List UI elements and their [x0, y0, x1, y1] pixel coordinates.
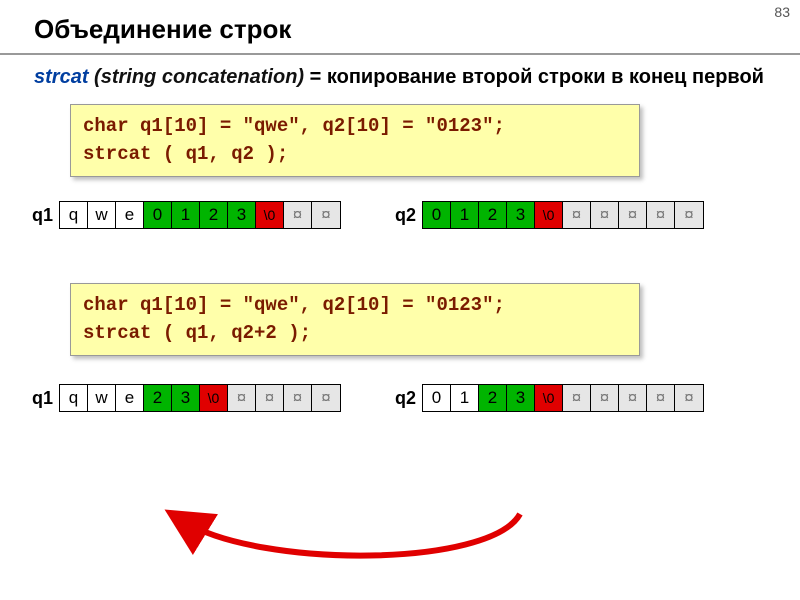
- slide-number: 83: [774, 4, 790, 20]
- array-cell: ¤: [619, 385, 647, 411]
- label-q1: q1: [32, 205, 53, 226]
- array-cell: 1: [172, 202, 200, 228]
- arrays-row-1: q1 qwe0123\0¤¤ q2 0123\0¤¤¤¤¤: [0, 201, 800, 229]
- array-cell: ¤: [256, 385, 284, 411]
- label-q1-2: q1: [32, 388, 53, 409]
- array-cell: e: [116, 385, 144, 411]
- array-cell: \0: [535, 385, 563, 411]
- array-cell: ¤: [563, 202, 591, 228]
- cells-q1-row1: qwe0123\0¤¤: [59, 201, 341, 229]
- cells-q2-row1: 0123\0¤¤¤¤¤: [422, 201, 704, 229]
- array-cell: ¤: [591, 202, 619, 228]
- intro-text: strcat (string concatenation) = копирова…: [0, 65, 800, 96]
- array-cell: ¤: [647, 202, 675, 228]
- cells-q2-row2: 0123\0¤¤¤¤¤: [422, 384, 704, 412]
- array-cell: 3: [507, 385, 535, 411]
- array-cell: ¤: [675, 385, 703, 411]
- array-cell: q: [60, 385, 88, 411]
- array-cell: q: [60, 202, 88, 228]
- array-cell: ¤: [563, 385, 591, 411]
- array-cell: w: [88, 202, 116, 228]
- array-cell: \0: [535, 202, 563, 228]
- array-cell: ¤: [647, 385, 675, 411]
- func-name: strcat: [34, 66, 88, 88]
- code-block-1: char q1[10] = "qwe", q2[10] = "0123"; st…: [70, 104, 640, 177]
- array-cell: 3: [228, 202, 256, 228]
- array-cell: w: [88, 385, 116, 411]
- array-cell: ¤: [675, 202, 703, 228]
- array-cell: 0: [144, 202, 172, 228]
- array-cell: \0: [200, 385, 228, 411]
- array-cell: ¤: [619, 202, 647, 228]
- array-cell: 1: [451, 385, 479, 411]
- func-expansion: string concatenation: [101, 66, 298, 88]
- array-cell: \0: [256, 202, 284, 228]
- cells-q1-row2: qwe23\0¤¤¤¤: [59, 384, 341, 412]
- array-cell: 0: [423, 385, 451, 411]
- array-cell: 3: [507, 202, 535, 228]
- code2-line1: char q1[10] = "qwe", q2[10] = "0123";: [83, 292, 627, 320]
- array-cell: 0: [423, 202, 451, 228]
- code2-line2: strcat ( q1, q2+2 );: [83, 320, 627, 348]
- label-q2: q2: [395, 205, 416, 226]
- arrow-2: [0, 508, 800, 588]
- array-cell: ¤: [312, 202, 340, 228]
- code-block-2: char q1[10] = "qwe", q2[10] = "0123"; st…: [70, 283, 640, 356]
- array-cell: ¤: [312, 385, 340, 411]
- array-cell: 2: [144, 385, 172, 411]
- array-cell: 2: [200, 202, 228, 228]
- array-cell: 2: [479, 202, 507, 228]
- code1-line1: char q1[10] = "qwe", q2[10] = "0123";: [83, 113, 627, 141]
- array-cell: 1: [451, 202, 479, 228]
- intro-rest: = копирование второй строки в конец перв…: [304, 66, 764, 88]
- array-cell: ¤: [284, 202, 312, 228]
- array-cell: 3: [172, 385, 200, 411]
- array-cell: ¤: [284, 385, 312, 411]
- array-cell: e: [116, 202, 144, 228]
- array-cell: ¤: [228, 385, 256, 411]
- page-title: Объединение строк: [0, 0, 800, 55]
- paren-open-char: (: [94, 66, 101, 88]
- array-cell: 2: [479, 385, 507, 411]
- arrays-row-2: q1 qwe23\0¤¤¤¤ q2 0123\0¤¤¤¤¤: [0, 384, 800, 412]
- label-q2-2: q2: [395, 388, 416, 409]
- array-cell: ¤: [591, 385, 619, 411]
- code1-line2: strcat ( q1, q2 );: [83, 141, 627, 169]
